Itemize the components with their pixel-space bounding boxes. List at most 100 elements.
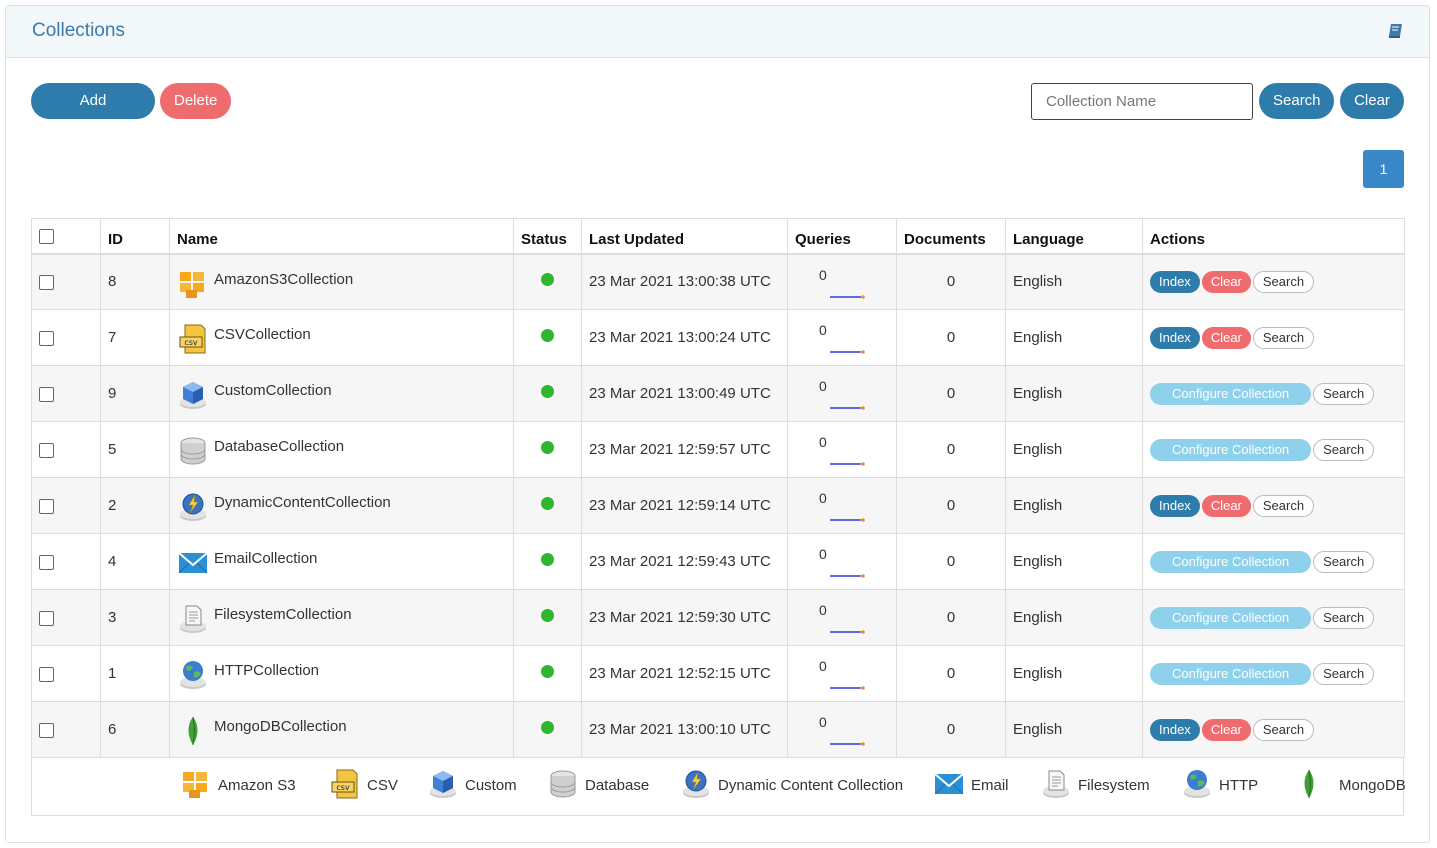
index-button[interactable]: Index bbox=[1150, 494, 1200, 517]
column-header-documents[interactable]: Documents bbox=[896, 218, 1006, 255]
row-name[interactable]: EmailCollection bbox=[214, 550, 317, 567]
row-checkbox[interactable] bbox=[39, 554, 54, 570]
row-checkbox[interactable] bbox=[39, 330, 54, 346]
row-documents: 0 bbox=[896, 701, 1006, 758]
row-queries: 0 bbox=[819, 714, 827, 730]
row-language: English bbox=[1005, 589, 1143, 646]
row-name[interactable]: HTTPCollection bbox=[214, 662, 319, 679]
row-actions: Configure Collection Search bbox=[1142, 645, 1405, 702]
row-checkbox[interactable] bbox=[39, 722, 54, 738]
table-row[interactable]: 1 HTTPCollection 23 Mar 2021 12:52:15 UTC 0… bbox=[31, 645, 1405, 702]
row-name[interactable]: DatabaseCollection bbox=[214, 438, 344, 455]
status-ok-indicator bbox=[541, 665, 554, 678]
table-row[interactable]: 2 DynamicContentCollection 23 Mar 2021 12:… bbox=[31, 477, 1405, 534]
table-row[interactable]: 8 AmazonS3Collection 23 Mar 2021 13:00:38 … bbox=[31, 253, 1405, 310]
row-language: English bbox=[1005, 477, 1143, 534]
status-ok-indicator bbox=[541, 273, 554, 287]
column-header-id[interactable]: ID bbox=[100, 218, 170, 255]
search-row-button[interactable]: Search bbox=[1313, 662, 1375, 685]
clear-row-button[interactable]: Clear bbox=[1201, 270, 1251, 293]
row-name[interactable]: CustomCollection bbox=[214, 382, 332, 399]
collection-name-input[interactable] bbox=[1031, 83, 1253, 120]
row-checkbox[interactable] bbox=[39, 386, 54, 402]
search-button[interactable]: Search bbox=[1259, 83, 1334, 119]
table-row[interactable]: 5 DatabaseCollection 23 Mar 2021 12:59:57 … bbox=[31, 421, 1405, 478]
table-row[interactable]: 6 MongoDBCollection 23 Mar 2021 13:00:10 U… bbox=[31, 701, 1405, 758]
index-button[interactable]: Index bbox=[1150, 718, 1200, 741]
table-header-row: ID Name Status Last Updated Queries Docu… bbox=[31, 218, 1405, 255]
row-name[interactable]: DynamicContentCollection bbox=[214, 494, 391, 511]
configure-collection-button[interactable]: Configure Collection bbox=[1150, 438, 1312, 461]
row-name[interactable]: CSVCollection bbox=[214, 326, 311, 343]
column-header-status[interactable]: Status bbox=[513, 218, 582, 255]
select-all-checkbox[interactable] bbox=[39, 228, 54, 244]
row-language: English bbox=[1005, 701, 1143, 758]
column-header-last-updated[interactable]: Last Updated bbox=[581, 218, 788, 255]
search-row-button[interactable]: Search bbox=[1313, 606, 1375, 629]
row-language: English bbox=[1005, 645, 1143, 702]
search-row-button[interactable]: Search bbox=[1252, 718, 1315, 741]
table-row[interactable]: 4 EmailCollection 23 Mar 2021 12:59:43 UTC… bbox=[31, 533, 1405, 590]
http-icon bbox=[1184, 770, 1210, 798]
row-language: English bbox=[1005, 365, 1143, 422]
row-queries-cell: 0 bbox=[787, 309, 897, 366]
book-icon[interactable] bbox=[1387, 22, 1405, 40]
row-name-cell[interactable]: csv CSVCollection bbox=[169, 309, 514, 366]
row-checkbox[interactable] bbox=[39, 498, 54, 514]
row-name[interactable]: MongoDBCollection bbox=[214, 718, 347, 735]
row-name-cell[interactable]: AmazonS3Collection bbox=[169, 253, 514, 310]
queries-sparkline bbox=[830, 574, 865, 578]
column-header-language[interactable]: Language bbox=[1005, 218, 1143, 255]
column-header-name[interactable]: Name bbox=[169, 218, 514, 255]
search-row-button[interactable]: Search bbox=[1252, 494, 1315, 517]
configure-collection-button[interactable]: Configure Collection bbox=[1150, 606, 1312, 629]
row-queries-cell: 0 bbox=[787, 253, 897, 310]
table-row[interactable]: 9 CustomCollection 23 Mar 2021 13:00:49 UT… bbox=[31, 365, 1405, 422]
row-id: 2 bbox=[100, 477, 170, 534]
search-row-button[interactable]: Search bbox=[1313, 438, 1375, 461]
search-row-button[interactable]: Search bbox=[1252, 270, 1315, 293]
row-actions: Index Clear Search bbox=[1142, 477, 1405, 534]
row-queries-cell: 0 bbox=[787, 477, 897, 534]
row-documents: 0 bbox=[896, 533, 1006, 590]
email-icon bbox=[934, 773, 964, 795]
configure-collection-button[interactable]: Configure Collection bbox=[1150, 662, 1312, 685]
row-checkbox[interactable] bbox=[39, 274, 54, 290]
clear-row-button[interactable]: Clear bbox=[1201, 494, 1251, 517]
row-name-cell[interactable]: MongoDBCollection bbox=[169, 701, 514, 758]
add-collection-button[interactable]: Add Collection bbox=[31, 83, 155, 145]
row-name[interactable]: AmazonS3Collection bbox=[214, 271, 353, 288]
row-actions: Configure Collection Search bbox=[1142, 533, 1405, 590]
row-queries-cell: 0 bbox=[787, 421, 897, 478]
row-checkbox[interactable] bbox=[39, 610, 54, 626]
table-row[interactable]: 7 csv CSVCollection 23 Mar 2021 13:00:24 UT… bbox=[31, 309, 1405, 366]
pagination-page-1[interactable]: 1 bbox=[1363, 150, 1404, 188]
clear-row-button[interactable]: Clear bbox=[1201, 326, 1251, 349]
row-actions: Index Clear Search bbox=[1142, 253, 1405, 310]
row-documents: 0 bbox=[896, 477, 1006, 534]
search-row-button[interactable]: Search bbox=[1252, 326, 1315, 349]
row-name-cell[interactable]: DatabaseCollection bbox=[169, 421, 514, 478]
search-row-button[interactable]: Search bbox=[1313, 550, 1375, 573]
clear-row-button[interactable]: Clear bbox=[1201, 718, 1251, 741]
row-checkbox[interactable] bbox=[39, 666, 54, 682]
row-name[interactable]: FilesystemCollection bbox=[214, 606, 352, 623]
row-name-cell[interactable]: EmailCollection bbox=[169, 533, 514, 590]
row-checkbox[interactable] bbox=[39, 442, 54, 458]
column-header-queries[interactable]: Queries bbox=[787, 218, 897, 255]
row-name-cell[interactable]: DynamicContentCollection bbox=[169, 477, 514, 534]
configure-collection-button[interactable]: Configure Collection bbox=[1150, 550, 1312, 573]
row-name-cell[interactable]: CustomCollection bbox=[169, 365, 514, 422]
row-name-cell[interactable]: FilesystemCollection bbox=[169, 589, 514, 646]
row-id: 8 bbox=[100, 253, 170, 310]
row-name-cell[interactable]: HTTPCollection bbox=[169, 645, 514, 702]
index-button[interactable]: Index bbox=[1150, 270, 1200, 293]
configure-collection-button[interactable]: Configure Collection bbox=[1150, 382, 1312, 405]
row-id: 4 bbox=[100, 533, 170, 590]
table-row[interactable]: 3 FilesystemCollection 23 Mar 2021 12:59:3… bbox=[31, 589, 1405, 646]
row-actions: Index Clear Search bbox=[1142, 309, 1405, 366]
index-button[interactable]: Index bbox=[1150, 326, 1200, 349]
delete-button[interactable]: Delete bbox=[160, 83, 231, 119]
clear-button[interactable]: Clear bbox=[1340, 83, 1404, 119]
search-row-button[interactable]: Search bbox=[1313, 382, 1375, 405]
